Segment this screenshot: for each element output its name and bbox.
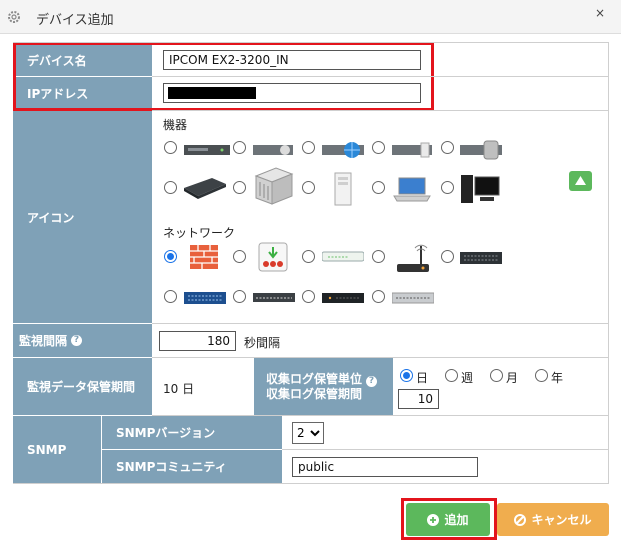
retention-label: 監視データ保管期間 xyxy=(13,358,152,415)
table-border xyxy=(13,483,609,484)
log-period-input[interactable] xyxy=(398,389,439,409)
switch-dark-icon xyxy=(460,252,502,264)
laptop-icon xyxy=(393,177,431,202)
firewall-icon xyxy=(190,245,218,269)
network-group-label: ネットワーク xyxy=(163,226,236,240)
close-icon[interactable]: × xyxy=(592,6,608,26)
icon-radio[interactable] xyxy=(302,250,315,263)
icon-radio[interactable] xyxy=(441,250,454,263)
monitor-interval-input[interactable] xyxy=(159,331,236,351)
unit-radio-week[interactable] xyxy=(445,369,458,382)
device-group-label: 機器 xyxy=(163,118,188,132)
icon-radio[interactable] xyxy=(233,250,246,263)
desktop-pc-icon xyxy=(461,175,500,203)
snmp-community-input[interactable] xyxy=(292,457,478,477)
icon-radio[interactable] xyxy=(302,181,315,194)
switch-white-icon xyxy=(322,251,364,262)
wifi-router-icon xyxy=(397,244,429,272)
monitor-interval-label: 監視間隔 ? xyxy=(13,324,152,357)
add-button-label: 追加 xyxy=(444,513,469,527)
log-unit-label-row: 収集ログ保管単位? xyxy=(266,371,378,387)
server-tower-icon xyxy=(254,167,294,205)
monitor-interval-unit: 秒間隔 xyxy=(244,336,281,350)
snmp-label: SNMP xyxy=(13,416,101,483)
snmp-version-label: SNMPバージョン xyxy=(102,416,282,449)
table-divider xyxy=(152,415,609,416)
icon-radio[interactable] xyxy=(302,141,315,154)
white-tower-icon xyxy=(334,172,352,206)
rack-storage-icon xyxy=(460,140,502,160)
log-period-label: 収集ログ保管期間 xyxy=(266,386,363,401)
cancel-button-label: キャンセル xyxy=(531,513,592,527)
unit-option-month: 月 xyxy=(506,371,519,385)
icon-radio[interactable] xyxy=(302,290,315,303)
unit-option-year: 年 xyxy=(551,371,564,385)
icon-radio[interactable] xyxy=(233,181,246,194)
icon-radio[interactable] xyxy=(164,290,177,303)
icon-radio[interactable] xyxy=(164,141,177,154)
unit-radio-day[interactable] xyxy=(400,369,413,382)
table-divider xyxy=(152,110,609,111)
triangle-up-icon xyxy=(575,176,586,185)
retention-value: 10 日 xyxy=(163,382,195,396)
switch-patch-icon xyxy=(253,293,295,302)
table-border xyxy=(608,42,609,484)
unit-option-day: 日 xyxy=(416,371,429,385)
unit-radio-year[interactable] xyxy=(535,369,548,382)
switch-black-icon xyxy=(322,293,364,303)
icon-radio[interactable] xyxy=(372,290,385,303)
switch-gray-icon xyxy=(392,292,434,304)
snmp-version-select[interactable]: 2 xyxy=(292,422,324,444)
rack-2u-icon xyxy=(253,145,293,155)
log-settings-label: 収集ログ保管単位? 収集ログ保管期間 xyxy=(254,358,393,415)
icon-radio[interactable] xyxy=(441,181,454,194)
rack-globe-icon xyxy=(322,142,364,158)
monitor-interval-label-text: 監視間隔 xyxy=(19,334,68,348)
log-unit-label: 収集ログ保管単位 xyxy=(266,371,363,386)
table-divider xyxy=(152,357,609,358)
rack-1u-icon xyxy=(184,145,230,155)
cancel-button[interactable]: キャンセル xyxy=(497,503,609,536)
help-icon[interactable]: ? xyxy=(71,335,83,346)
router-icon xyxy=(258,242,288,272)
table-divider xyxy=(152,323,609,324)
rack-disk-icon xyxy=(392,142,432,158)
unit-option-week: 週 xyxy=(461,371,474,385)
snmp-community-label: SNMPコミュニティ xyxy=(102,450,282,483)
scroll-up-button[interactable] xyxy=(569,171,592,191)
icon-radio[interactable] xyxy=(233,290,246,303)
icon-radio[interactable] xyxy=(372,181,385,194)
ban-icon xyxy=(514,513,527,526)
appliance-icon xyxy=(184,178,226,199)
icon-radio-selected[interactable] xyxy=(164,250,177,263)
icon-radio[interactable] xyxy=(372,141,385,154)
table-divider xyxy=(282,449,609,450)
table-divider xyxy=(152,76,609,77)
switch-blue-icon xyxy=(184,292,226,304)
icon-radio[interactable] xyxy=(233,141,246,154)
add-button[interactable]: 追加 xyxy=(406,503,490,536)
unit-radio-month[interactable] xyxy=(490,369,503,382)
icon-radio[interactable] xyxy=(441,141,454,154)
dialog-titlebar: デバイス追加 × xyxy=(0,0,621,34)
icon-label: アイコン xyxy=(13,111,152,323)
help-icon[interactable]: ? xyxy=(366,375,378,387)
dialog-title: デバイス追加 xyxy=(36,13,114,28)
icon-radio[interactable] xyxy=(164,181,177,194)
plus-circle-icon xyxy=(427,513,440,526)
icon-radio[interactable] xyxy=(372,250,385,263)
table-border xyxy=(13,42,609,43)
gear-icon xyxy=(6,9,22,25)
